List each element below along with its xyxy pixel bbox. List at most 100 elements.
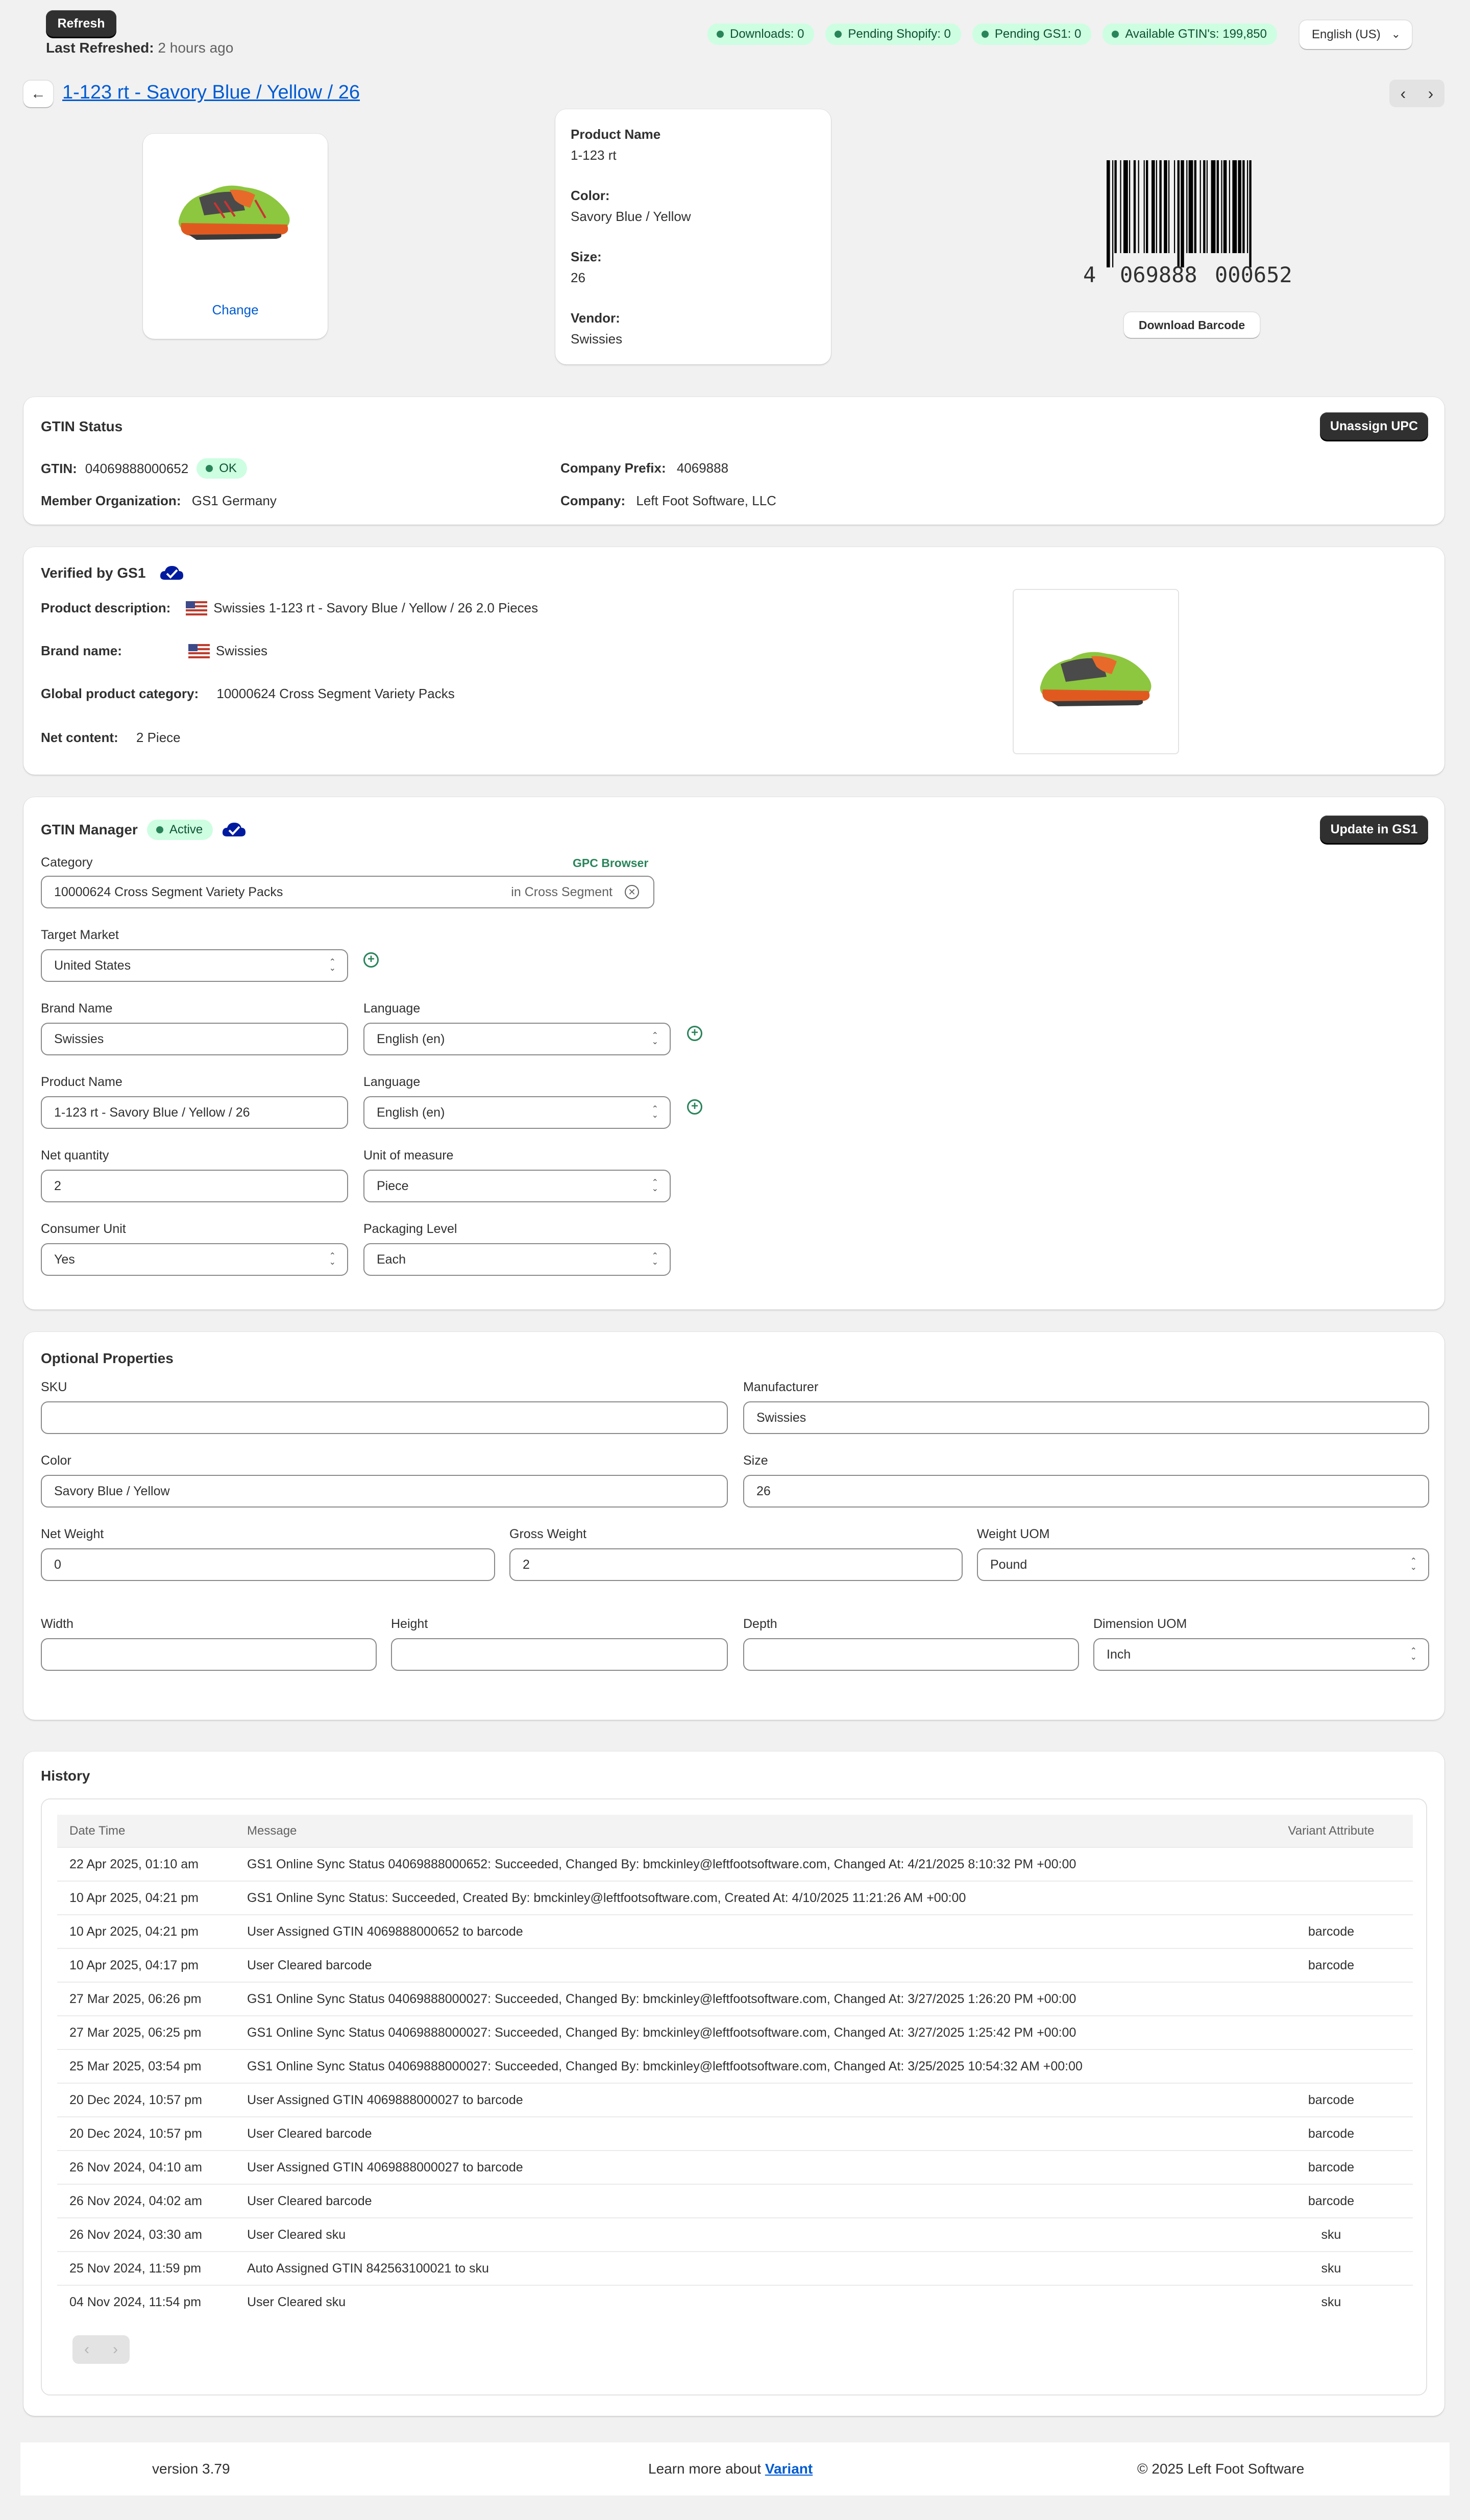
barcode-bar bbox=[1112, 160, 1114, 267]
brand-language-select[interactable]: English (en) ⌃ ⌄ bbox=[363, 1023, 671, 1055]
height-label: Height bbox=[391, 1617, 428, 1631]
color-input[interactable]: Savory Blue / Yellow bbox=[41, 1475, 728, 1508]
table-row: 26 Nov 2024, 03:30 am User Cleared sku sku bbox=[57, 2217, 1413, 2252]
target-market-select[interactable]: United States ⌃ ⌄ bbox=[41, 949, 348, 982]
gpc-browser-link[interactable]: GPC Browser bbox=[573, 856, 648, 870]
barcode-digits-left: 069888 bbox=[1120, 262, 1197, 287]
net-quantity-input[interactable]: 2 bbox=[41, 1170, 348, 1202]
optional-properties-card: Optional Properties SKU Manufacturer Swi… bbox=[23, 1332, 1444, 1720]
barcode-bar bbox=[1238, 160, 1241, 253]
product-language-select[interactable]: English (en) ⌃ ⌄ bbox=[363, 1096, 671, 1129]
barcode-bar bbox=[1129, 160, 1131, 253]
category-input[interactable]: 10000624 Cross Segment Variety Packs in … bbox=[41, 876, 654, 908]
member-org-row: Member Organization: GS1 Germany bbox=[41, 493, 277, 509]
add-product-language-icon[interactable]: + bbox=[687, 1099, 702, 1115]
history-cell-date: 25 Nov 2024, 11:59 pm bbox=[57, 2251, 235, 2285]
add-target-market-icon[interactable]: + bbox=[363, 952, 379, 968]
consumer-unit-select[interactable]: Yes ⌃ ⌄ bbox=[41, 1243, 348, 1276]
shoe-image bbox=[178, 185, 290, 240]
global-category-value: 10000624 Cross Segment Variety Packs bbox=[216, 686, 455, 701]
history-cell-date: 10 Apr 2025, 04:21 pm bbox=[57, 1881, 235, 1915]
product-name-label: Product Name bbox=[571, 127, 661, 142]
sku-input[interactable] bbox=[41, 1401, 728, 1434]
footer: version 3.79 Learn more about Variant © … bbox=[20, 2442, 1450, 2496]
history-cell-attribute bbox=[1250, 2049, 1413, 2083]
history-cell-date: 10 Apr 2025, 04:21 pm bbox=[57, 1914, 235, 1948]
select-chevron-icon: ⌃ ⌄ bbox=[329, 958, 336, 973]
learn-more: Learn more about Variant bbox=[648, 2461, 813, 2477]
barcode-digits-right: 000652 bbox=[1215, 262, 1292, 287]
gross-weight-input[interactable]: 2 bbox=[509, 1548, 963, 1581]
verified-title: Verified by GS1 bbox=[41, 565, 146, 581]
barcode-bar bbox=[1133, 160, 1136, 253]
download-barcode-button[interactable]: Download Barcode bbox=[1124, 312, 1260, 338]
clear-icon[interactable]: ✕ bbox=[625, 885, 639, 899]
member-org-label: Member Organization: bbox=[41, 493, 181, 508]
history-cell-attribute: sku bbox=[1250, 2251, 1413, 2285]
history-cell-attribute bbox=[1250, 1847, 1413, 1881]
select-chevron-icon: ⌃ ⌄ bbox=[1410, 1557, 1417, 1572]
packaging-level-label: Packaging Level bbox=[363, 1222, 457, 1236]
dimension-uom-select[interactable]: Inch ⌃ ⌄ bbox=[1093, 1638, 1429, 1671]
column-header-attribute: Variant Attribute bbox=[1250, 1815, 1413, 1847]
gtin-status-card: GTIN Status Unassign UPC GTIN: 040698880… bbox=[23, 397, 1444, 525]
history-cell-attribute bbox=[1250, 1982, 1413, 2016]
width-input[interactable] bbox=[41, 1638, 377, 1671]
net-weight-input[interactable]: 0 bbox=[41, 1548, 495, 1581]
history-cell-message: User Assigned GTIN 4069888000027 to barc… bbox=[235, 2083, 1250, 2117]
gtin-row: GTIN: 04069888000652 OK bbox=[41, 458, 247, 479]
barcode-bar bbox=[1114, 160, 1117, 253]
target-market-value: United States bbox=[54, 958, 131, 973]
product-image-card: Change bbox=[143, 134, 328, 339]
table-row: 25 Nov 2024, 11:59 pm Auto Assigned GTIN … bbox=[57, 2251, 1413, 2285]
weight-uom-select[interactable]: Pound ⌃ ⌄ bbox=[977, 1548, 1429, 1581]
brand-name-input[interactable]: Swissies bbox=[41, 1023, 348, 1055]
depth-input[interactable] bbox=[743, 1638, 1079, 1671]
unassign-upc-button[interactable]: Unassign UPC bbox=[1320, 412, 1428, 440]
prev-button[interactable]: ‹ bbox=[1389, 80, 1417, 107]
size-label: Size bbox=[743, 1453, 768, 1468]
select-chevron-icon: ⌃ ⌄ bbox=[651, 1031, 658, 1046]
back-button[interactable]: ← bbox=[23, 81, 53, 107]
refresh-button[interactable]: Refresh bbox=[46, 10, 116, 37]
barcode-bar bbox=[1120, 160, 1121, 253]
barcode-bar bbox=[1156, 160, 1157, 253]
add-brand-language-icon[interactable]: + bbox=[687, 1026, 702, 1041]
pending-gs1-badge: Pending GS1: 0 bbox=[972, 23, 1092, 45]
history-cell-message: User Assigned GTIN 4069888000652 to barc… bbox=[235, 1914, 1250, 1948]
downloads-badge: Downloads: 0 bbox=[707, 23, 815, 45]
history-cell-attribute: barcode bbox=[1250, 1948, 1413, 1982]
page-title[interactable]: 1-123 rt - Savory Blue / Yellow / 26 bbox=[62, 82, 360, 104]
unit-of-measure-select[interactable]: Piece ⌃ ⌄ bbox=[363, 1170, 671, 1202]
barcode-bar bbox=[1247, 160, 1248, 253]
barcode-bar bbox=[1186, 160, 1188, 253]
history-cell-attribute: barcode bbox=[1250, 2184, 1413, 2218]
depth-label: Depth bbox=[743, 1617, 777, 1631]
table-row: 10 Apr 2025, 04:21 pm User Assigned GTIN … bbox=[57, 1914, 1413, 1948]
size-value: 26 bbox=[571, 270, 585, 285]
history-cell-date: 27 Mar 2025, 06:25 pm bbox=[57, 2015, 235, 2049]
change-image-link[interactable]: Change bbox=[143, 302, 328, 318]
gross-weight-label: Gross Weight bbox=[509, 1527, 586, 1541]
packaging-level-select[interactable]: Each ⌃ ⌄ bbox=[363, 1243, 671, 1276]
language-select[interactable]: English (US) ⌄ bbox=[1300, 20, 1412, 49]
table-row: 26 Nov 2024, 04:02 am User Cleared barcod… bbox=[57, 2184, 1413, 2218]
size-input[interactable]: 26 bbox=[743, 1475, 1429, 1508]
update-gs1-button[interactable]: Update in GS1 bbox=[1320, 816, 1428, 843]
history-cell-attribute: barcode bbox=[1250, 1914, 1413, 1948]
size-label: Size: bbox=[571, 249, 602, 264]
history-cell-attribute: barcode bbox=[1250, 2116, 1413, 2151]
product-name-input[interactable]: 1-123 rt - Savory Blue / Yellow / 26 bbox=[41, 1096, 348, 1129]
barcode-bar bbox=[1138, 160, 1139, 253]
manufacturer-input[interactable]: Swissies bbox=[743, 1401, 1429, 1434]
chevron-left-icon: ‹ bbox=[1400, 84, 1406, 103]
next-button[interactable]: › bbox=[1417, 80, 1444, 107]
language-label: Language bbox=[363, 1001, 421, 1016]
history-prev-button[interactable]: ‹ bbox=[72, 2335, 101, 2364]
shoe-image bbox=[1040, 652, 1152, 706]
height-input[interactable] bbox=[391, 1638, 728, 1671]
member-org-value: GS1 Germany bbox=[191, 493, 277, 508]
variant-link[interactable]: Variant bbox=[765, 2461, 813, 2477]
product-info-card: Product Name 1-123 rt Color: Savory Blue… bbox=[555, 109, 831, 364]
history-next-button[interactable]: › bbox=[101, 2335, 130, 2364]
